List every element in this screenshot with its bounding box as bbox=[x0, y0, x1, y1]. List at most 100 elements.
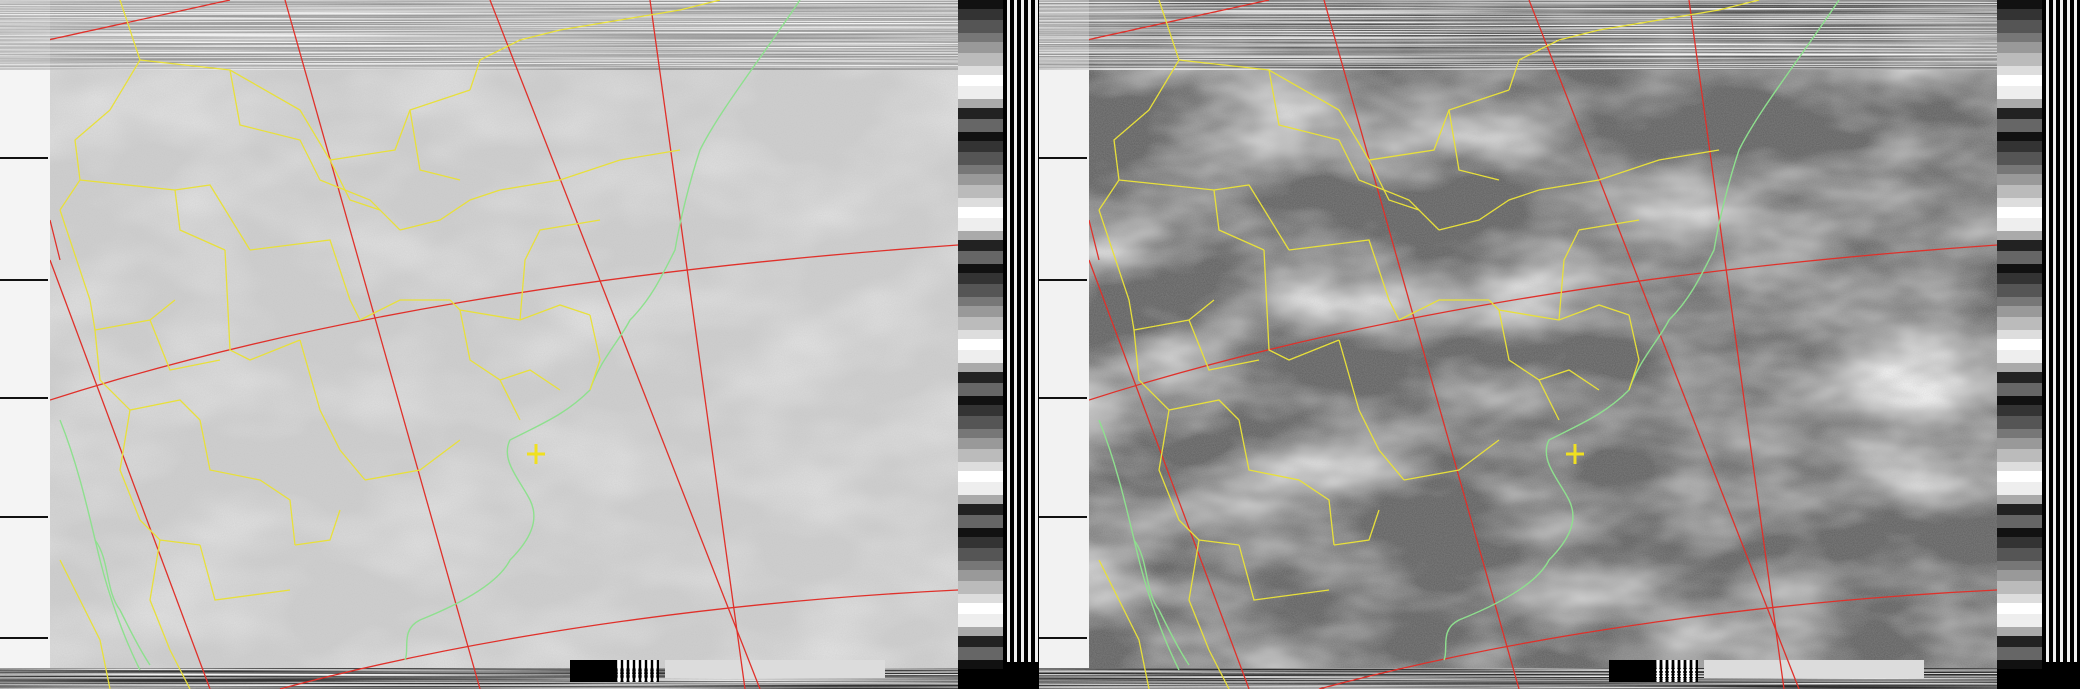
margin-tick bbox=[1039, 279, 1087, 281]
telemetry-wedge bbox=[958, 372, 1003, 383]
telemetry-wedge bbox=[958, 561, 1003, 570]
telemetry-wedge bbox=[958, 264, 1003, 273]
telemetry-wedge bbox=[1997, 20, 2042, 33]
bottom-stripe bbox=[1654, 660, 1656, 682]
telemetry-wedge bbox=[1997, 396, 2042, 405]
telemetry-wedge bbox=[1997, 482, 2042, 495]
telemetry-wedge bbox=[958, 438, 1003, 449]
telemetry-wedge bbox=[1997, 339, 2042, 350]
telemetry-wedge bbox=[1997, 273, 2042, 284]
margin-tick bbox=[0, 157, 48, 159]
telemetry-wedge bbox=[1997, 66, 2042, 75]
telemetry-wedge bbox=[958, 108, 1003, 119]
telemetry-wedge bbox=[958, 581, 1003, 594]
telemetry-wedge bbox=[1997, 416, 2042, 429]
bottom-stripe bbox=[615, 660, 617, 682]
telemetry-wedge bbox=[1997, 198, 2042, 207]
telemetry-wedge bbox=[1997, 363, 2042, 372]
bottom-stripe bbox=[1675, 660, 1677, 682]
telemetry-wedge bbox=[1997, 99, 2042, 108]
telemetry-wedge bbox=[958, 660, 1003, 669]
telemetry-wedge bbox=[958, 141, 1003, 152]
telemetry-wedge bbox=[1997, 42, 2042, 53]
telemetry-wedge bbox=[958, 636, 1003, 647]
bottom-stripe bbox=[636, 660, 638, 682]
telemetry-wedge bbox=[1997, 660, 2042, 669]
telemetry-wedge bbox=[958, 231, 1003, 240]
telemetry-wedge bbox=[958, 99, 1003, 108]
telemetry-wedge bbox=[1997, 0, 2042, 9]
telemetry-wedge bbox=[1997, 504, 2042, 515]
telemetry-wedge bbox=[1997, 594, 2042, 603]
sync-bar bbox=[1028, 0, 1031, 662]
telemetry-wedge bbox=[1997, 462, 2042, 471]
sync-bar bbox=[2046, 0, 2049, 662]
telemetry-wedge bbox=[958, 515, 1003, 528]
bottom-stripe bbox=[1696, 660, 1698, 682]
telemetry-wedge bbox=[1997, 231, 2042, 240]
telemetry-wedge bbox=[958, 647, 1003, 660]
telemetry-wedge bbox=[958, 185, 1003, 198]
channel-a-top-streaks bbox=[0, 0, 958, 70]
telemetry-wedge bbox=[1997, 570, 2042, 581]
bottom-stripe bbox=[1687, 660, 1689, 682]
telemetry-wedge bbox=[1997, 141, 2042, 152]
sync-bar bbox=[1021, 0, 1024, 662]
bottom-stripe bbox=[630, 660, 632, 682]
channel-a-left-margin bbox=[0, 0, 50, 689]
telemetry-wedge bbox=[1997, 75, 2042, 86]
sync-bar bbox=[2060, 0, 2063, 662]
telemetry-wedge bbox=[1997, 306, 2042, 317]
telemetry-wedge bbox=[1997, 9, 2042, 20]
telemetry-wedge bbox=[958, 86, 1003, 99]
telemetry-wedge bbox=[1997, 614, 2042, 627]
telemetry-wedge bbox=[958, 152, 1003, 165]
sync-bar bbox=[1003, 0, 1007, 662]
bottom-stripe bbox=[624, 660, 626, 682]
telemetry-wedge bbox=[958, 339, 1003, 350]
telemetry-wedge bbox=[1997, 165, 2042, 174]
margin-tick bbox=[1039, 157, 1087, 159]
telemetry-wedge bbox=[958, 119, 1003, 132]
bottom-stripe bbox=[1690, 660, 1692, 682]
telemetry-wedge bbox=[958, 471, 1003, 482]
bottom-stripe bbox=[648, 660, 650, 682]
channel-b-panel bbox=[1039, 0, 2042, 689]
bottom-stripe bbox=[642, 660, 644, 682]
bottom-stripe bbox=[657, 660, 659, 682]
bottom-stripe bbox=[621, 660, 623, 682]
margin-tick bbox=[0, 637, 48, 639]
telemetry-wedge bbox=[958, 429, 1003, 438]
telemetry-wedge bbox=[1997, 548, 2042, 561]
bottom-stripe bbox=[651, 660, 653, 682]
sync-bar bbox=[1035, 0, 1038, 662]
sync-bar bbox=[2070, 0, 2074, 662]
telemetry-wedge bbox=[958, 297, 1003, 306]
bottom-stripe bbox=[1660, 660, 1662, 682]
telemetry-wedge bbox=[958, 207, 1003, 218]
telemetry-wedge bbox=[958, 449, 1003, 462]
sync-bar bbox=[1014, 0, 1017, 662]
bottom-black-block bbox=[1609, 660, 1654, 682]
bottom-stripe bbox=[1669, 660, 1671, 682]
telemetry-wedge bbox=[958, 273, 1003, 284]
telemetry-wedge bbox=[958, 0, 1003, 9]
telemetry-wedge bbox=[958, 383, 1003, 396]
sync-bar bbox=[2063, 0, 2067, 662]
margin-tick bbox=[0, 279, 48, 281]
telemetry-wedge bbox=[958, 165, 1003, 174]
telemetry-wedge bbox=[1997, 218, 2042, 231]
telemetry-wedge bbox=[1997, 174, 2042, 185]
telemetry-wedge bbox=[958, 363, 1003, 372]
telemetry-wedge bbox=[958, 548, 1003, 561]
telemetry-wedge bbox=[1997, 581, 2042, 594]
telemetry-wedge bbox=[958, 42, 1003, 53]
channel-b-top-streaks bbox=[1039, 0, 1997, 70]
telemetry-wedge bbox=[1997, 561, 2042, 570]
bottom-stripe bbox=[1672, 660, 1674, 682]
channel-a-panel bbox=[0, 0, 1042, 689]
bottom-stripe bbox=[1681, 660, 1683, 682]
telemetry-wedge bbox=[958, 482, 1003, 495]
telemetry-wedge bbox=[958, 594, 1003, 603]
telemetry-wedge bbox=[1997, 207, 2042, 218]
